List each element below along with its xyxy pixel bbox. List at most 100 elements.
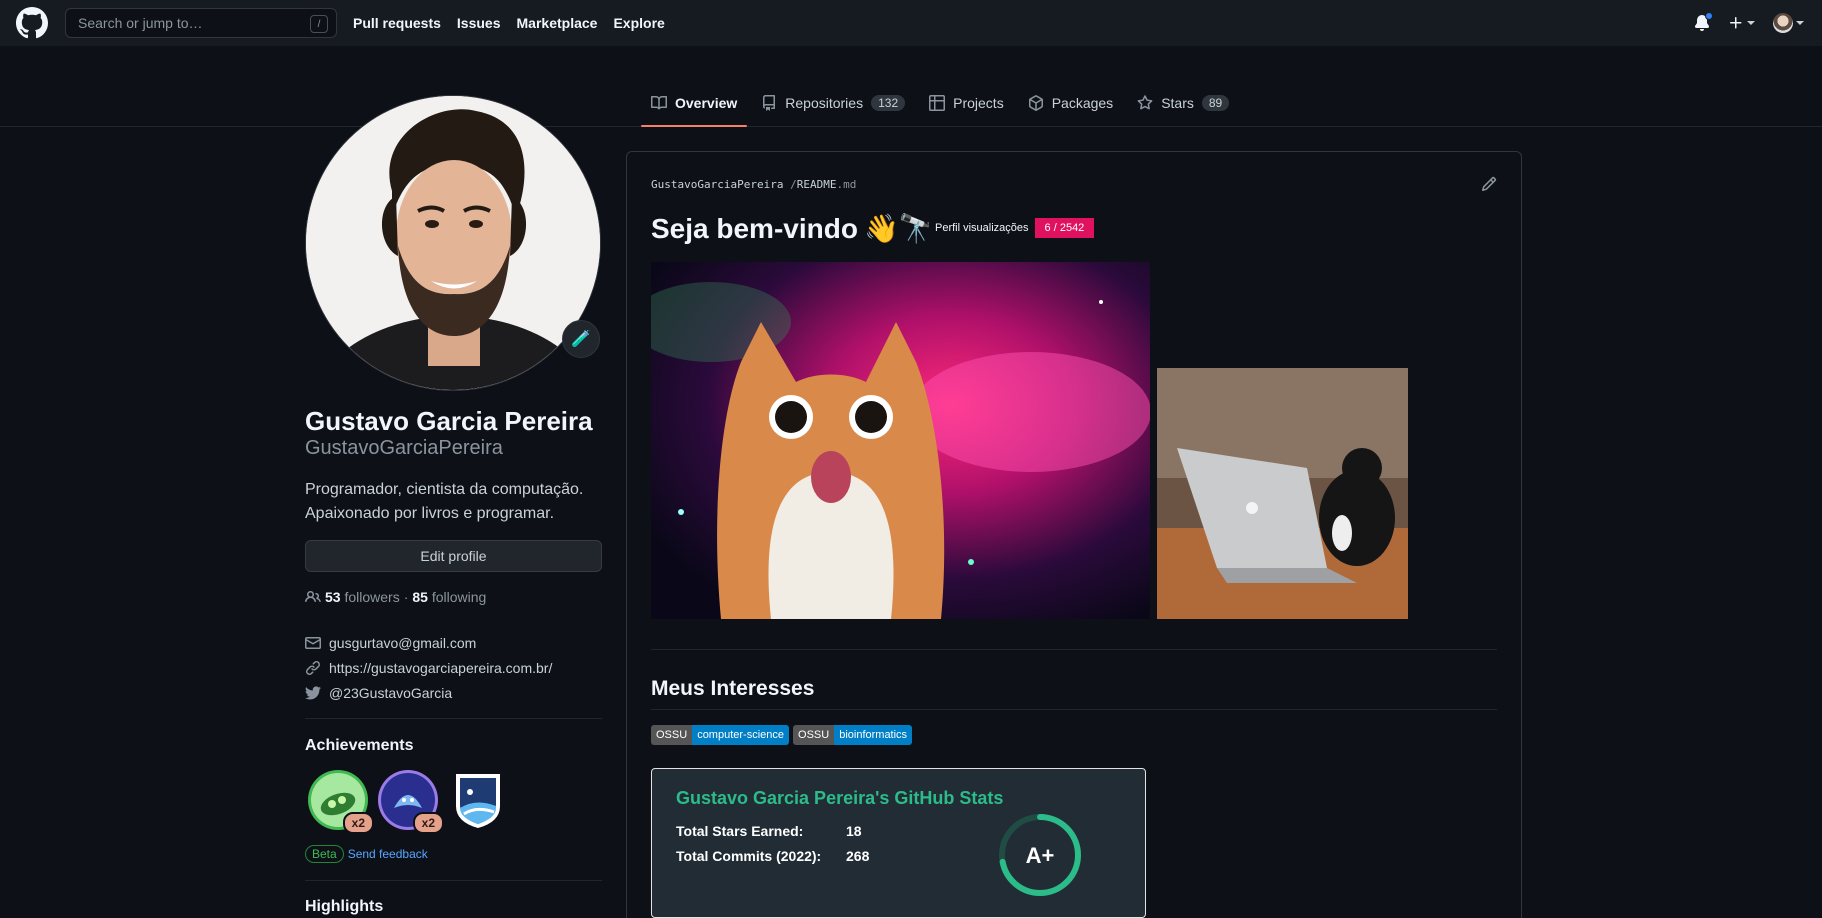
link-icon xyxy=(306,660,320,675)
achievements-beta-row: Beta Send feedback xyxy=(305,845,428,863)
profile-tabs-bar: Overview Repositories 132 Projects Packa… xyxy=(0,80,1822,127)
space-cat-image xyxy=(651,262,1150,619)
twitter-link[interactable]: @23GustavoGarcia xyxy=(329,685,452,701)
heading-text: Seja bem-vindo xyxy=(651,212,858,244)
achievements-title: Achievements xyxy=(305,737,414,754)
interest-shields: OSSU computer-science OSSU bioinformatic… xyxy=(651,725,913,745)
breadcrumb-separator: / xyxy=(790,178,797,191)
stat-row: Total Stars Earned: 18 xyxy=(676,823,862,839)
followers-link[interactable]: 53 followers xyxy=(325,589,400,605)
send-feedback-link[interactable]: Send feedback xyxy=(348,847,428,861)
shield-value: bioinformatics xyxy=(834,725,913,745)
tab-packages[interactable]: Packages xyxy=(1018,80,1123,125)
beta-label: Beta xyxy=(305,845,344,863)
heading-underline xyxy=(651,709,1497,710)
nav-issues[interactable]: Issues xyxy=(457,15,501,31)
unread-dot xyxy=(1705,12,1713,20)
table-icon xyxy=(929,94,946,111)
twitter-item: @23GustavoGarcia xyxy=(305,680,552,705)
repo-count-badge: 132 xyxy=(871,94,906,111)
readme-breadcrumb: GustavoGarciaPereira /README.md xyxy=(651,178,856,191)
interests-heading: Meus Interesses xyxy=(651,677,815,700)
pencil-icon xyxy=(1481,176,1497,192)
sidebar-divider xyxy=(305,880,602,881)
user-menu-button[interactable] xyxy=(1773,13,1804,33)
global-header: Search or jump to… / Pull requests Issue… xyxy=(0,0,1822,46)
header-actions xyxy=(1694,0,1804,46)
followers-count: 53 xyxy=(325,589,341,605)
separator-dot: · xyxy=(403,589,409,605)
readme-file: README xyxy=(796,178,837,191)
shield-computer-science[interactable]: OSSU computer-science xyxy=(651,725,790,745)
profile-readme: GustavoGarciaPereira /README.md Seja bem… xyxy=(626,151,1522,918)
test-tube-icon: 🧪 xyxy=(571,331,591,348)
status-emoji-button[interactable]: 🧪 xyxy=(562,320,600,358)
shield-key: OSSU xyxy=(651,725,693,745)
tab-label: Overview xyxy=(675,94,738,111)
nav-marketplace[interactable]: Marketplace xyxy=(517,15,598,31)
stat-value: 18 xyxy=(846,823,862,839)
readme-hr xyxy=(651,649,1497,650)
profile-tabs: Overview Repositories 132 Projects Packa… xyxy=(641,80,1243,127)
edit-profile-button[interactable]: Edit profile xyxy=(305,540,602,572)
following-count: 85 xyxy=(412,589,428,605)
badge-multiplier: x2 xyxy=(342,812,374,834)
people-icon xyxy=(305,590,321,603)
follow-stats: 53 followers · 85 following xyxy=(305,589,486,605)
stats-title: Gustavo Garcia Pereira's GitHub Stats xyxy=(676,788,1004,808)
edit-readme-button[interactable] xyxy=(1481,176,1497,192)
search-shortcut-key: / xyxy=(310,15,328,33)
email-item: gusgurtavo@gmail.com xyxy=(305,630,552,655)
package-icon xyxy=(1028,94,1043,111)
readme-owner-link[interactable]: GustavoGarciaPereira xyxy=(651,178,783,191)
tab-projects[interactable]: Projects xyxy=(919,80,1014,125)
shield-bioinformatics[interactable]: OSSU bioinformatics xyxy=(793,725,913,745)
shield-key: OSSU xyxy=(793,725,835,745)
profile-sidebar xyxy=(305,95,603,391)
shield-value: computer-science xyxy=(692,725,790,745)
quickdraw-shark-badge[interactable]: x2 xyxy=(376,768,444,834)
repo-icon xyxy=(763,94,776,111)
readme-ext: .md xyxy=(836,178,857,191)
following-link[interactable]: 85 following xyxy=(412,589,486,605)
badge-multiplier: x2 xyxy=(412,812,444,834)
book-icon xyxy=(651,95,667,109)
rank-ring: A+ xyxy=(999,814,1081,896)
search-input[interactable]: Search or jump to… / xyxy=(65,8,337,38)
nav-pull-requests[interactable]: Pull requests xyxy=(353,15,441,31)
cat-typing-laptop-image xyxy=(1157,368,1408,619)
achievement-badges: x2 x2 xyxy=(306,768,510,834)
tab-label: Packages xyxy=(1051,94,1114,111)
chevron-down-icon xyxy=(1747,21,1755,25)
sidebar-divider xyxy=(305,718,602,719)
tab-label: Repositories xyxy=(785,94,864,111)
plus-icon xyxy=(1730,17,1742,29)
highlights-title: Highlights xyxy=(305,898,384,915)
twitter-icon xyxy=(305,685,321,699)
tab-repositories[interactable]: Repositories 132 xyxy=(751,80,915,125)
profile-username: GustavoGarciaPereira xyxy=(305,437,503,459)
arctic-code-vault-badge[interactable] xyxy=(446,768,510,832)
waving-hand-telescope-icon: 👋🔭 xyxy=(863,213,934,244)
stat-label: Total Stars Earned: xyxy=(676,823,804,839)
views-label: Perfil visualizações xyxy=(929,218,1035,238)
stat-row: Total Commits (2022): 268 xyxy=(676,848,869,864)
following-label: following xyxy=(431,589,487,605)
profile-views-badge: Perfil visualizações 6 / 2542 xyxy=(929,218,1095,238)
mail-icon xyxy=(305,636,321,649)
followers-label: followers xyxy=(344,589,400,605)
pair-extraordinaire-badge[interactable]: x2 xyxy=(306,768,374,834)
avatar xyxy=(1773,13,1793,33)
profile-avatar[interactable] xyxy=(305,95,601,391)
header-nav: Pull requests Issues Marketplace Explore xyxy=(353,0,665,46)
create-new-button[interactable] xyxy=(1728,15,1755,31)
tab-stars[interactable]: Stars 89 xyxy=(1127,80,1239,125)
notifications-bell-icon[interactable] xyxy=(1694,12,1713,31)
email-link[interactable]: gusgurtavo@gmail.com xyxy=(329,635,476,651)
nav-explore[interactable]: Explore xyxy=(613,15,664,31)
stars-count-badge: 89 xyxy=(1201,94,1230,111)
tab-label: Stars xyxy=(1161,94,1194,111)
tab-overview[interactable]: Overview xyxy=(641,80,748,127)
github-logo-icon[interactable] xyxy=(16,7,48,39)
website-link[interactable]: https://gustavogarciapereira.com.br/ xyxy=(329,660,552,676)
